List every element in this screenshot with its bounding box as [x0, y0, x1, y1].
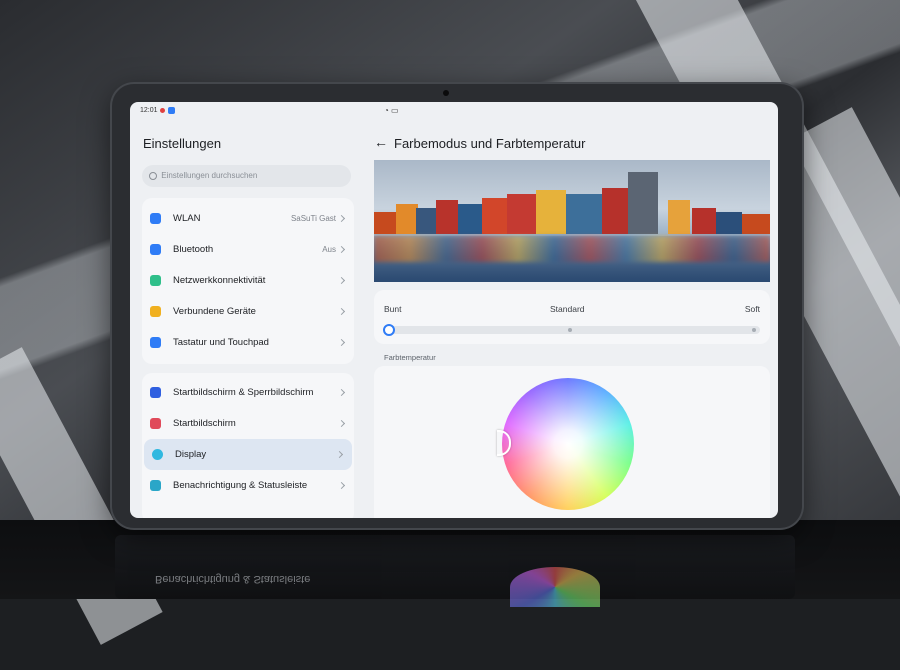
chevron-right-icon	[337, 388, 346, 397]
settings-item-bluetooth[interactable]: Bluetooth Aus	[142, 234, 354, 265]
item-label: WLAN	[173, 213, 201, 224]
house-shape	[416, 208, 436, 234]
chevron-right-icon	[337, 338, 346, 347]
house-shape	[602, 188, 630, 234]
house-shape	[482, 198, 508, 234]
item-label: Startbildschirm	[173, 418, 236, 429]
notification-icon	[150, 480, 161, 491]
house-shape	[536, 190, 566, 234]
chevron-right-icon	[337, 419, 346, 428]
house-shape	[716, 212, 742, 234]
item-label: Bluetooth	[173, 244, 214, 255]
connectivity-group: WLAN SaSuTi Gast Bluetooth Aus Netzwerkk…	[142, 198, 354, 364]
slider-stop	[752, 328, 756, 332]
item-value: Aus	[322, 245, 336, 254]
preview-image	[374, 160, 770, 282]
home-icon	[150, 418, 161, 429]
chevron-right-icon	[335, 450, 344, 459]
search-icon	[149, 171, 157, 180]
bluetooth-icon	[150, 244, 161, 255]
detail-title: Farbemodus und Farbtemperatur	[394, 136, 586, 151]
mode-label-bunt: Bunt	[384, 304, 402, 314]
house-shape	[374, 212, 398, 234]
item-label: Verbundene Geräte	[173, 306, 256, 317]
front-camera	[443, 90, 449, 96]
wifi-icon	[150, 213, 161, 224]
mode-label-soft: Soft	[744, 304, 760, 314]
settings-item-home[interactable]: Startbildschirm	[142, 408, 354, 439]
keyboard-icon	[150, 337, 161, 348]
chevron-right-icon	[337, 245, 346, 254]
tower-shape	[628, 172, 658, 234]
back-arrow-icon[interactable]: ←	[374, 134, 388, 150]
settings-panel: Einstellungen Einstellungen durchsuchen …	[142, 122, 354, 518]
reflection-color-wheel	[510, 567, 600, 607]
shirt-icon	[150, 387, 161, 398]
house-reflection	[374, 236, 770, 262]
chevron-right-icon	[337, 481, 346, 490]
network-icon	[150, 275, 161, 286]
detail-panel: ← Farbemodus und Farbtemperatur Bunt Sta…	[374, 122, 770, 518]
temperature-label: Farbtemperatur	[384, 353, 436, 362]
app-notification-icon	[168, 107, 175, 114]
devices-icon	[150, 306, 161, 317]
brightness-icon	[152, 449, 163, 460]
color-mode-slider[interactable]	[383, 324, 760, 336]
house-shape	[507, 194, 537, 234]
tablet-reflection: Benachrichtigung & Statusleiste	[115, 535, 795, 607]
settings-title: Einstellungen	[143, 136, 222, 151]
settings-search-input[interactable]: Einstellungen durchsuchen	[142, 165, 351, 187]
status-time: 12:01	[140, 107, 158, 114]
chevron-right-icon	[337, 307, 346, 316]
item-label: Tastatur und Touchpad	[173, 337, 269, 348]
house-shape	[692, 208, 716, 234]
settings-item-display[interactable]: Display	[144, 439, 352, 470]
color-temperature-card	[374, 366, 770, 518]
house-shape	[566, 194, 602, 234]
item-value: SaSuTi Gast	[290, 214, 336, 223]
item-label: Startbildschirm & Sperrbildschirm	[173, 387, 314, 398]
search-placeholder: Einstellungen durchsuchen	[161, 171, 258, 180]
tablet-screen: 12:01 ◔ ▭ Einstellungen Einstellungen du…	[130, 102, 778, 518]
house-shape	[396, 204, 418, 234]
color-wheel[interactable]	[502, 378, 634, 510]
settings-item-keyboard[interactable]: Tastatur und Touchpad	[142, 327, 354, 358]
tablet-device: 12:01 ◔ ▭ Einstellungen Einstellungen du…	[112, 84, 802, 528]
chevron-right-icon	[337, 276, 346, 285]
item-label: Benachrichtigung & Statusleiste	[173, 480, 308, 491]
item-label: Netzwerkkonnektivität	[173, 275, 266, 286]
house-shape	[668, 200, 690, 234]
chevron-right-icon	[337, 214, 346, 223]
settings-item-devices[interactable]: Verbundene Geräte	[142, 296, 354, 327]
settings-item-network[interactable]: Netzwerkkonnektivität	[142, 265, 354, 296]
house-shape	[458, 204, 484, 234]
slider-thumb[interactable]	[383, 324, 395, 336]
reflection-text: Benachrichtigung & Statusleiste	[155, 573, 311, 585]
house-shape	[436, 200, 458, 234]
recording-indicator-icon	[160, 108, 165, 113]
status-bar: 12:01 ◔ ▭	[140, 106, 768, 118]
settings-item-home-lock[interactable]: Startbildschirm & Sperrbildschirm	[142, 377, 354, 408]
house-shape	[742, 214, 770, 234]
item-label: Display	[175, 449, 207, 460]
mode-label-standard: Standard	[550, 304, 585, 314]
settings-item-wlan[interactable]: WLAN SaSuTi Gast	[142, 203, 354, 234]
slider-stop	[568, 328, 572, 332]
settings-item-notifications[interactable]: Benachrichtigung & Statusleiste	[142, 470, 354, 501]
color-mode-card: Bunt Standard Soft	[374, 290, 770, 344]
personalization-group: Startbildschirm & Sperrbildschirm Startb…	[142, 373, 354, 518]
